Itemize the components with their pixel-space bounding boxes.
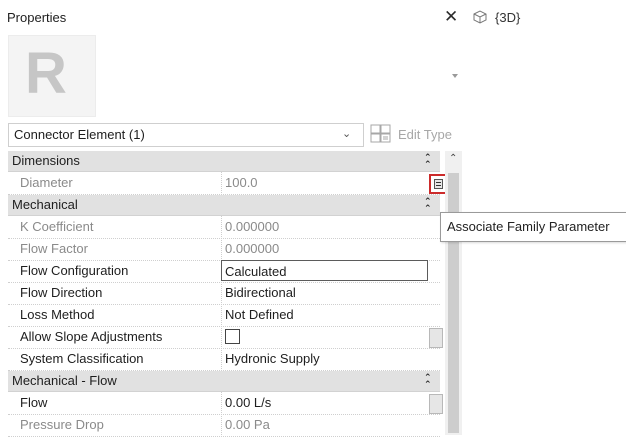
property-value: Hydronic Supply — [225, 351, 320, 366]
associate-parameter-tab[interactable] — [429, 394, 443, 414]
collapse-chevron-icon[interactable]: ⌃ ⌃ — [424, 373, 432, 389]
revit-logo-letter: R — [25, 41, 67, 106]
property-value-cell: 0.00 Pa — [221, 414, 427, 435]
element-selector-label: Connector Element (1) — [14, 127, 145, 142]
revit-logo: R — [8, 35, 96, 117]
row-flow-direction[interactable]: Flow Direction Bidirectional — [8, 282, 440, 305]
group-label: Dimensions — [12, 153, 80, 168]
property-value-cell[interactable] — [221, 326, 427, 347]
group-mechanical-flow[interactable]: Mechanical - Flow ⌃ ⌃ — [8, 371, 440, 392]
row-loss-method[interactable]: Loss Method Not Defined — [8, 304, 440, 327]
property-value-cell: 100.0 — [221, 172, 427, 193]
panel-title: Properties — [7, 10, 67, 25]
property-value-cell[interactable]: Not Defined — [221, 304, 427, 325]
group-label: Mechanical — [12, 197, 78, 212]
3d-view-icon — [472, 9, 488, 28]
property-value-cell: 0.000000 — [221, 216, 427, 237]
property-value-cell[interactable]: Bidirectional — [221, 282, 427, 303]
row-flow-factor: Flow Factor 0.000000 — [8, 238, 440, 261]
chevron-down-icon: ⌄ — [342, 128, 352, 140]
property-value: 0.000000 — [225, 241, 280, 256]
property-value: Not Defined — [225, 307, 294, 322]
edit-type-label: Edit Type — [398, 127, 452, 142]
close-icon[interactable]: ✕ — [444, 7, 458, 27]
associate-parameter-tab[interactable] — [429, 328, 443, 348]
view-title: {3D} — [495, 10, 521, 25]
property-value: 100.0 — [225, 175, 258, 190]
property-value: 0.00 Pa — [225, 417, 270, 432]
row-pressure-drop: Pressure Drop 0.00 Pa — [8, 414, 440, 437]
property-name: Flow — [20, 395, 48, 410]
properties-scrollbar[interactable]: ⌃ — [445, 151, 462, 435]
property-value-cell[interactable]: 0.00 L/s — [221, 392, 427, 413]
type-preview[interactable]: R — [0, 34, 462, 120]
scroll-up-icon[interactable]: ⌃ — [449, 153, 457, 164]
property-name: Allow Slope Adjustments — [20, 329, 163, 344]
collapse-chevron-icon[interactable]: ⌃ ⌃ — [424, 197, 432, 213]
property-value: Calculated — [225, 264, 287, 279]
property-value: Bidirectional — [225, 285, 296, 300]
row-diameter: Diameter 100.0 — [8, 172, 448, 195]
tooltip-text: Associate Family Parameter — [447, 219, 610, 234]
property-name: Flow Direction — [20, 285, 103, 300]
properties-panel: Properties ✕ R Connector Element (1) ⌄ E… — [0, 0, 462, 437]
property-value-cell: 0.000000 — [221, 238, 427, 259]
associate-parameter-icon — [434, 179, 443, 189]
collapse-chevron-icon[interactable]: ⌃ ⌃ — [424, 153, 432, 169]
row-allow-slope-adjustments[interactable]: Allow Slope Adjustments — [8, 326, 443, 349]
property-name: Pressure Drop — [20, 417, 104, 432]
allow-slope-checkbox[interactable] — [225, 329, 240, 344]
property-name: Flow Configuration — [20, 263, 129, 278]
property-name: Diameter — [20, 175, 73, 190]
flow-configuration-field[interactable]: Calculated — [221, 260, 428, 281]
element-selector-dropdown[interactable]: Connector Element (1) ⌄ — [8, 123, 364, 147]
property-name: System Classification — [20, 351, 144, 366]
edit-type-icon — [370, 124, 392, 147]
associate-family-parameter-tooltip: Associate Family Parameter — [440, 212, 626, 242]
property-value: 0.00 L/s — [225, 395, 272, 410]
row-system-classification[interactable]: System Classification Hydronic Supply — [8, 348, 440, 371]
view-tab[interactable]: {3D} — [462, 0, 626, 34]
row-flow-configuration[interactable]: Flow Configuration Calculated — [8, 260, 440, 283]
property-name: Flow Factor — [20, 241, 88, 256]
group-mechanical[interactable]: Mechanical ⌃ ⌃ — [8, 195, 440, 216]
row-k-coefficient: K Coefficient 0.000000 — [8, 216, 440, 239]
group-label: Mechanical - Flow — [12, 373, 117, 388]
preview-dropdown-arrow-icon[interactable] — [452, 74, 458, 78]
property-name: Loss Method — [20, 307, 95, 322]
row-flow[interactable]: Flow 0.00 L/s — [8, 392, 443, 415]
property-value-cell[interactable]: Hydronic Supply — [221, 348, 427, 369]
properties-titlebar: Properties ✕ — [0, 0, 462, 34]
group-dimensions[interactable]: Dimensions ⌃ ⌃ — [8, 151, 440, 172]
property-value: 0.000000 — [225, 219, 280, 234]
property-name: K Coefficient — [20, 219, 94, 234]
